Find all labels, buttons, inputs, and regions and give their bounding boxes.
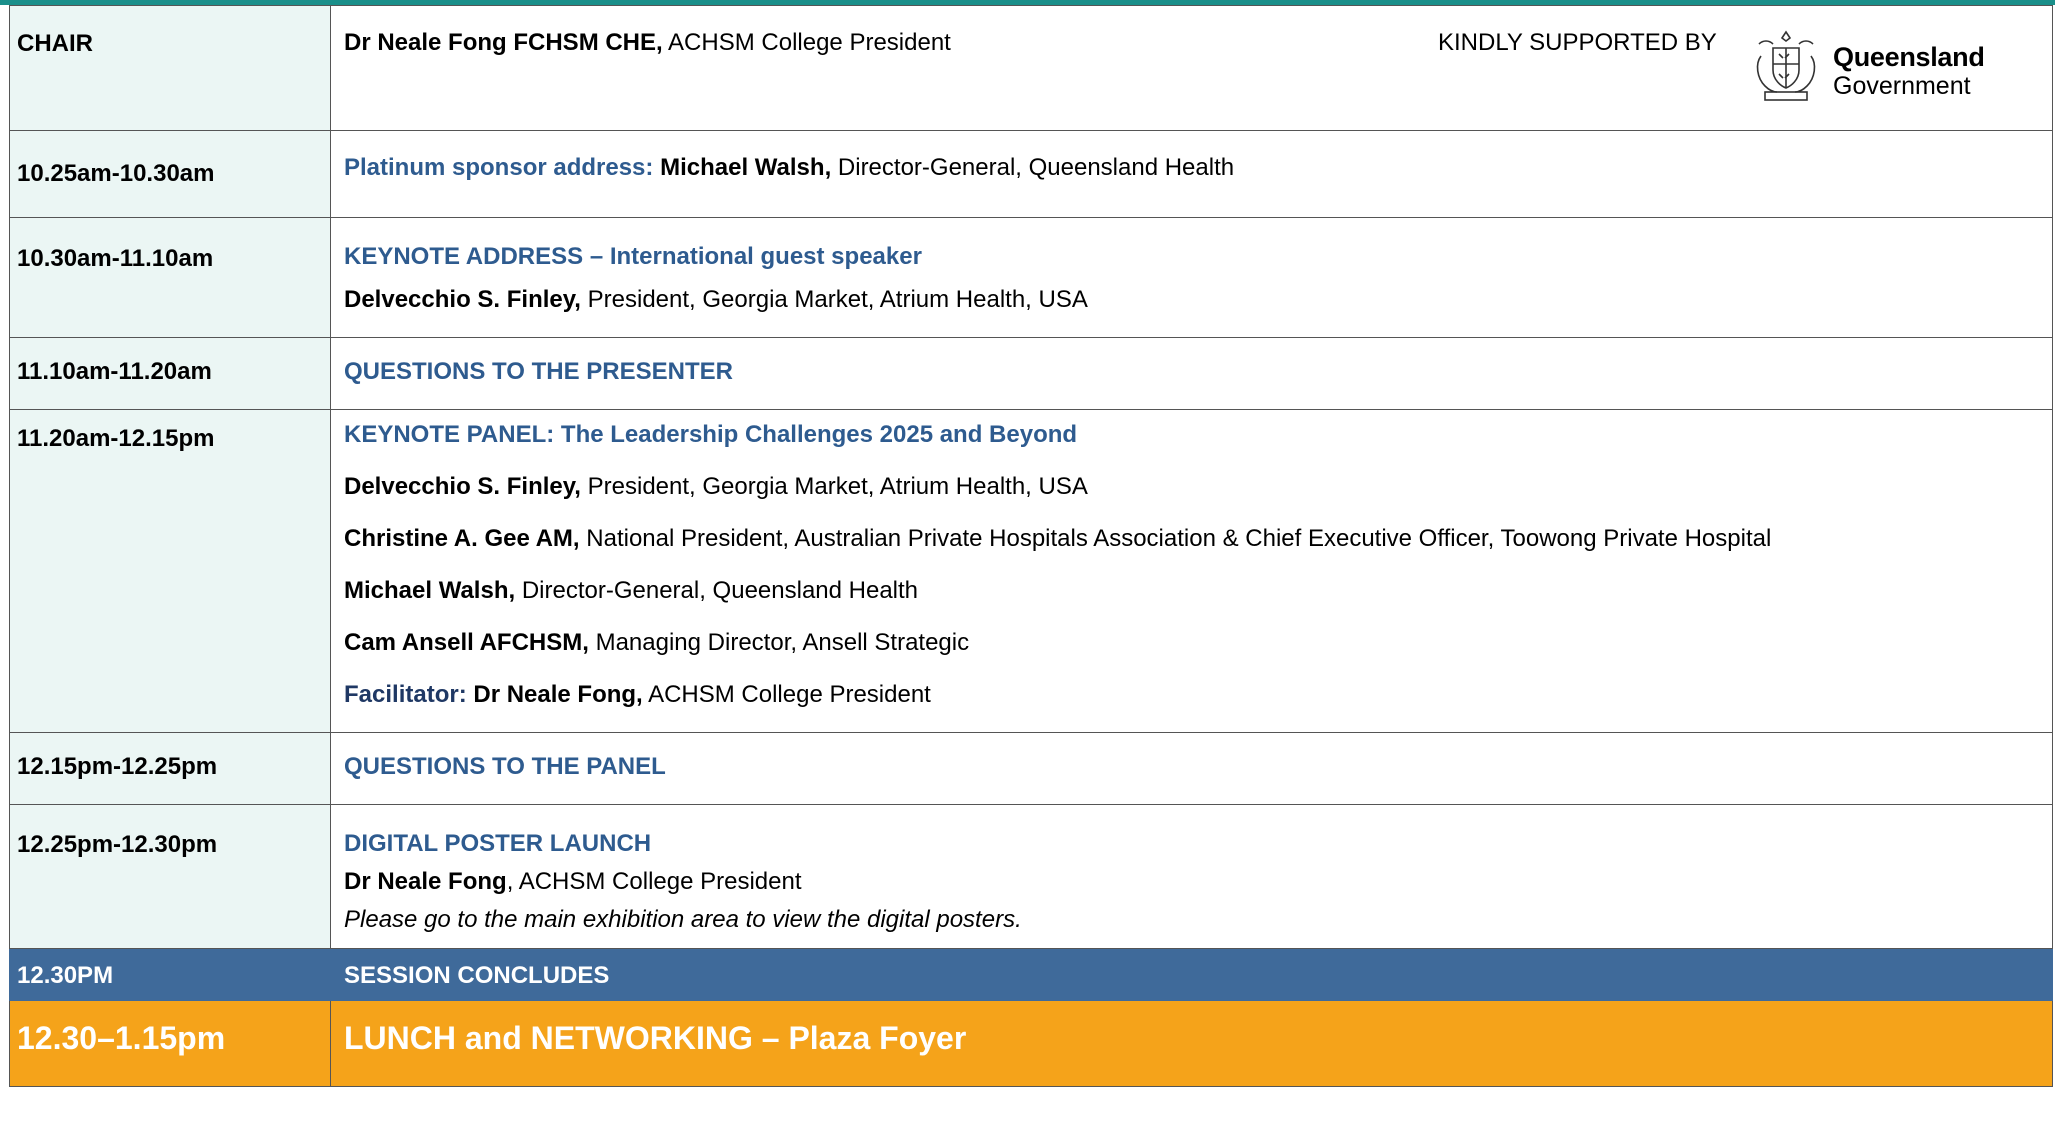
speaker-role: , ACHSM College President	[506, 868, 802, 895]
lunch-time: 12.30–1.15pm	[17, 1020, 226, 1056]
detail-cell: KEYNOTE PANEL: The Leadership Challenges…	[330, 409, 2053, 733]
chair-detail-cell: Dr Neale Fong FCHSM CHE, ACHSM College P…	[330, 5, 2053, 131]
session-concludes-row: 12.30PM SESSION CONCLUDES	[9, 948, 2053, 1001]
kindly-supported-label: KINDLY SUPPORTED BY	[1438, 29, 1717, 56]
session-time: 10.25am-10.30am	[17, 160, 215, 187]
panelist-role: Managing Director, Ansell Strategic	[588, 629, 970, 656]
time-cell: 11.20am-12.15pm	[9, 409, 331, 733]
session-time: 10.30am-11.10am	[17, 245, 214, 272]
session-content: KEYNOTE PANEL: The Leadership Challenges…	[331, 410, 2052, 732]
session-content: DIGITAL POSTER LAUNCH Dr Neale Fong, ACH…	[331, 805, 2052, 943]
chair-role: ACHSM College President	[662, 29, 951, 56]
panelist-line: Christine A. Gee AM, National President,…	[344, 524, 2052, 576]
session-line: Dr Neale Fong, ACHSM College President	[344, 867, 2052, 905]
speaker-name: Dr Neale Fong	[344, 868, 507, 895]
detail-cell: QUESTIONS TO THE PANEL	[330, 732, 2053, 805]
session-row: 12.15pm-12.25pm QUESTIONS TO THE PANEL	[9, 732, 2053, 805]
sponsor-address-label: Platinum sponsor address:	[344, 154, 661, 181]
chair-row: CHAIR Dr Neale Fong FCHSM CHE, ACHSM Col…	[9, 5, 2053, 131]
program-page: CHAIR Dr Neale Fong FCHSM CHE, ACHSM Col…	[0, 0, 2055, 1122]
session-row: 10.30am-11.10am KEYNOTE ADDRESS – Intern…	[9, 217, 2053, 338]
speaker-name: Michael Walsh,	[660, 154, 832, 181]
session-title: QUESTIONS TO THE PRESENTER	[344, 358, 733, 385]
session-row: 12.25pm-12.30pm DIGITAL POSTER LAUNCH Dr…	[9, 804, 2053, 949]
program-table: CHAIR Dr Neale Fong FCHSM CHE, ACHSM Col…	[9, 5, 2053, 1087]
time-cell: 12.30–1.15pm	[9, 1000, 331, 1087]
session-row: 11.20am-12.15pm KEYNOTE PANEL: The Leade…	[9, 409, 2053, 733]
detail-cell: QUESTIONS TO THE PRESENTER	[330, 337, 2053, 410]
session-title: QUESTIONS TO THE PANEL	[344, 753, 666, 780]
conclude-text: SESSION CONCLUDES	[344, 962, 610, 989]
facilitator-line: Facilitator: Dr Neale Fong, ACHSM Colleg…	[344, 680, 2052, 732]
detail-cell: DIGITAL POSTER LAUNCH Dr Neale Fong, ACH…	[330, 804, 2053, 949]
facilitator-role: ACHSM College President	[642, 681, 931, 708]
session-content: QUESTIONS TO THE PANEL	[331, 733, 2052, 804]
session-content: KEYNOTE ADDRESS – International guest sp…	[331, 218, 2052, 337]
time-cell: 11.10am-11.20am	[9, 337, 331, 410]
queensland-crest-icon	[1756, 30, 1816, 101]
panelist-line: Michael Walsh, Director-General, Queensl…	[344, 576, 2052, 628]
panelist-role: President, Georgia Market, Atrium Health…	[580, 473, 1088, 500]
session-row: 10.25am-10.30am Platinum sponsor address…	[9, 130, 2053, 218]
detail-cell: KEYNOTE ADDRESS – International guest sp…	[330, 217, 2053, 338]
session-title: KEYNOTE PANEL: The Leadership Challenges…	[344, 421, 1078, 448]
panelist-name: Christine A. Gee AM,	[344, 525, 580, 552]
session-time: 11.20am-12.15pm	[17, 425, 215, 452]
panelist-name: Delvecchio S. Finley,	[344, 473, 581, 500]
session-content: Platinum sponsor address: Michael Walsh,…	[331, 131, 2052, 205]
detail-cell: Platinum sponsor address: Michael Walsh,…	[330, 130, 2053, 218]
time-cell: 12.30PM	[9, 948, 331, 1001]
panelist-name: Michael Walsh,	[344, 577, 516, 604]
session-title: DIGITAL POSTER LAUNCH	[344, 830, 652, 857]
sponsor-logo: Queensland Government	[1751, 26, 1985, 106]
sponsor-subname: Government	[1833, 72, 1971, 100]
chair-name: Dr Neale Fong FCHSM CHE,	[344, 29, 663, 56]
time-cell: 10.25am-10.30am	[9, 130, 331, 218]
panelist-line: Cam Ansell AFCHSM, Managing Director, An…	[344, 628, 2052, 680]
speaker-name: Delvecchio S. Finley,	[344, 286, 581, 313]
panelist-role: National President, Australian Private H…	[579, 525, 1772, 552]
sponsor-name: Queensland	[1833, 42, 1985, 72]
session-content: QUESTIONS TO THE PRESENTER	[331, 338, 2052, 409]
session-time: 11.10am-11.20am	[17, 358, 212, 385]
session-line: Platinum sponsor address: Michael Walsh,…	[344, 153, 2052, 205]
session-time: 12.25pm-12.30pm	[17, 831, 218, 858]
session-time: 12.15pm-12.25pm	[17, 753, 218, 780]
panelist-line: Delvecchio S. Finley, President, Georgia…	[344, 472, 2052, 524]
chair-label-cell: CHAIR	[9, 5, 331, 131]
time-cell: 10.30am-11.10am	[9, 217, 331, 338]
facilitator-name: Dr Neale Fong,	[473, 681, 643, 708]
chair-text: Dr Neale Fong FCHSM CHE, ACHSM College P…	[331, 6, 2052, 129]
conclude-time: 12.30PM	[17, 962, 114, 989]
session-row: 11.10am-11.20am QUESTIONS TO THE PRESENT…	[9, 337, 2053, 410]
session-title: KEYNOTE ADDRESS – International guest sp…	[344, 243, 922, 270]
lunch-row: 12.30–1.15pm LUNCH and NETWORKING – Plaz…	[9, 1000, 2053, 1087]
detail-cell: LUNCH and NETWORKING – Plaza Foyer	[330, 1000, 2053, 1087]
detail-cell: SESSION CONCLUDES	[330, 948, 2053, 1001]
session-note: Please go to the main exhibition area to…	[344, 906, 1022, 933]
panelist-name: Cam Ansell AFCHSM,	[344, 629, 589, 656]
speaker-role: President, Georgia Market, Atrium Health…	[580, 286, 1088, 313]
lunch-text: LUNCH and NETWORKING – Plaza Foyer	[344, 1020, 967, 1056]
time-cell: 12.25pm-12.30pm	[9, 804, 331, 949]
session-line: Delvecchio S. Finley, President, Georgia…	[344, 285, 2052, 337]
panelist-role: Director-General, Queensland Health	[515, 577, 919, 604]
chair-label: CHAIR	[17, 30, 93, 57]
speaker-role: Director-General, Queensland Health	[831, 154, 1235, 181]
facilitator-label: Facilitator:	[344, 681, 474, 708]
time-cell: 12.15pm-12.25pm	[9, 732, 331, 805]
